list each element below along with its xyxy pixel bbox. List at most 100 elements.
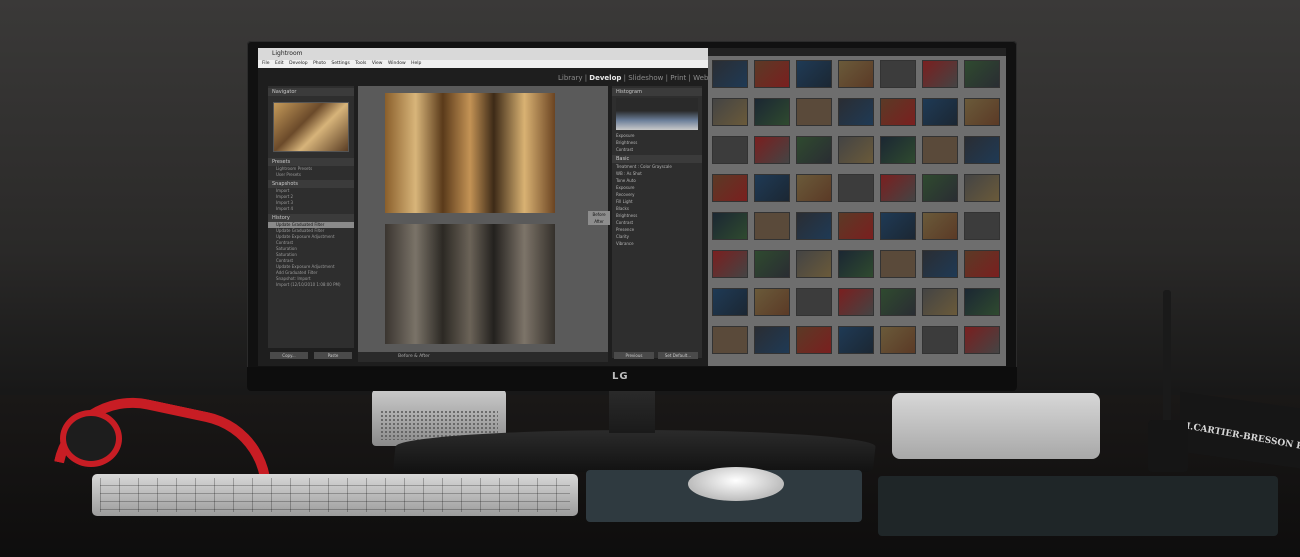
wb-value[interactable]: As Shot: [627, 171, 642, 176]
slider-vibrance[interactable]: Vibrance: [612, 240, 702, 247]
grid-thumbnail[interactable]: [838, 212, 874, 240]
grid-thumbnail[interactable]: [880, 212, 916, 240]
grid-thumbnail[interactable]: [922, 326, 958, 354]
grid-thumbnail[interactable]: [880, 326, 916, 354]
grid-thumbnail[interactable]: [712, 250, 748, 278]
history-header[interactable]: History: [268, 214, 354, 222]
preset-folder[interactable]: User Presets: [268, 172, 354, 178]
grid-thumbnail[interactable]: [838, 288, 874, 316]
grid-thumbnail[interactable]: [838, 98, 874, 126]
navigator-preview[interactable]: [273, 102, 349, 152]
grid-thumbnail[interactable]: [964, 98, 1000, 126]
grid-thumbnail[interactable]: [964, 288, 1000, 316]
module-library[interactable]: Library: [558, 74, 582, 82]
grid-thumbnail[interactable]: [922, 98, 958, 126]
grid-thumbnail[interactable]: [796, 98, 832, 126]
grid-thumbnail[interactable]: [880, 250, 916, 278]
grid-thumbnail[interactable]: [796, 212, 832, 240]
paste-button[interactable]: Paste: [314, 352, 352, 359]
menu-settings[interactable]: Settings: [331, 61, 349, 66]
module-slideshow[interactable]: Slideshow: [628, 74, 663, 82]
after-photo[interactable]: [385, 224, 555, 344]
menu-photo[interactable]: Photo: [313, 61, 326, 66]
slider-exposure[interactable]: Exposure: [612, 184, 702, 191]
slider-brightness[interactable]: Brightness: [612, 212, 702, 219]
grid-thumbnail[interactable]: [754, 60, 790, 88]
grid-thumbnail[interactable]: [712, 174, 748, 202]
grid-thumbnail[interactable]: [754, 288, 790, 316]
thumbnail-grid: [708, 48, 1006, 366]
grid-thumbnail[interactable]: [964, 174, 1000, 202]
menu-file[interactable]: File: [262, 61, 270, 66]
grid-thumbnail[interactable]: [754, 326, 790, 354]
grid-thumbnail[interactable]: [754, 98, 790, 126]
histogram-header[interactable]: Histogram: [612, 88, 702, 96]
grid-thumbnail[interactable]: [922, 250, 958, 278]
grid-thumbnail[interactable]: [712, 136, 748, 164]
slider-contrast[interactable]: Contrast: [612, 219, 702, 226]
grid-thumbnail[interactable]: [922, 174, 958, 202]
menu-help[interactable]: Help: [411, 61, 421, 66]
presets-header[interactable]: Presets: [268, 158, 354, 166]
grid-thumbnail[interactable]: [880, 98, 916, 126]
grid-thumbnail[interactable]: [712, 326, 748, 354]
grid-thumbnail[interactable]: [712, 98, 748, 126]
grid-thumbnail[interactable]: [964, 212, 1000, 240]
grid-thumbnail[interactable]: [880, 60, 916, 88]
before-photo[interactable]: [385, 93, 555, 213]
grid-thumbnail[interactable]: [712, 212, 748, 240]
module-develop[interactable]: Develop: [589, 74, 621, 82]
grid-thumbnail[interactable]: [838, 250, 874, 278]
grid-thumbnail[interactable]: [796, 60, 832, 88]
grid-thumbnail[interactable]: [838, 174, 874, 202]
basic-header[interactable]: Basic: [612, 155, 702, 163]
grid-thumbnail[interactable]: [712, 60, 748, 88]
set-default-button[interactable]: Set Default...: [658, 352, 698, 359]
grid-thumbnail[interactable]: [880, 174, 916, 202]
navigator-header[interactable]: Navigator: [268, 88, 354, 96]
grid-thumbnail[interactable]: [796, 136, 832, 164]
snapshot-item[interactable]: Import 4: [268, 206, 354, 212]
grid-thumbnail[interactable]: [754, 136, 790, 164]
grid-thumbnail[interactable]: [796, 326, 832, 354]
snapshots-header[interactable]: Snapshots: [268, 180, 354, 188]
grid-thumbnail[interactable]: [964, 136, 1000, 164]
menu-edit[interactable]: Edit: [275, 61, 284, 66]
grid-thumbnail[interactable]: [922, 212, 958, 240]
menu-window[interactable]: Window: [388, 61, 406, 66]
treatment-color[interactable]: Color: [640, 164, 650, 169]
grid-thumbnail[interactable]: [754, 174, 790, 202]
grid-thumbnail[interactable]: [712, 288, 748, 316]
grid-thumbnail[interactable]: [964, 250, 1000, 278]
grid-thumbnail[interactable]: [880, 136, 916, 164]
grid-thumbnail[interactable]: [838, 136, 874, 164]
grid-thumbnail[interactable]: [964, 60, 1000, 88]
grid-thumbnail[interactable]: [796, 288, 832, 316]
slider-fill-light[interactable]: Fill Light: [612, 198, 702, 205]
menu-develop[interactable]: Develop: [289, 61, 308, 66]
grid-thumbnail[interactable]: [838, 326, 874, 354]
copy-button[interactable]: Copy...: [270, 352, 308, 359]
menu-view[interactable]: View: [372, 61, 383, 66]
grid-thumbnail[interactable]: [754, 212, 790, 240]
grid-thumbnail[interactable]: [880, 288, 916, 316]
grid-thumbnail[interactable]: [922, 60, 958, 88]
module-web[interactable]: Web: [693, 74, 708, 82]
grid-thumbnail[interactable]: [796, 250, 832, 278]
view-mode-label[interactable]: Before & After: [398, 354, 430, 359]
module-print[interactable]: Print: [670, 74, 686, 82]
grid-thumbnail[interactable]: [922, 136, 958, 164]
slider-recovery[interactable]: Recovery: [612, 191, 702, 198]
treatment-grayscale[interactable]: Grayscale: [652, 164, 672, 169]
history-item[interactable]: Import (12/10/2010 1:08:00 PM): [268, 282, 354, 288]
grid-thumbnail[interactable]: [796, 174, 832, 202]
slider-blacks[interactable]: Blacks: [612, 205, 702, 212]
grid-thumbnail[interactable]: [964, 326, 1000, 354]
grid-thumbnail[interactable]: [754, 250, 790, 278]
slider-clarity[interactable]: Clarity: [612, 233, 702, 240]
menu-tools[interactable]: Tools: [355, 61, 366, 66]
previous-button[interactable]: Previous: [614, 352, 654, 359]
tone-auto[interactable]: Auto: [627, 178, 636, 183]
grid-thumbnail[interactable]: [922, 288, 958, 316]
grid-thumbnail[interactable]: [838, 60, 874, 88]
